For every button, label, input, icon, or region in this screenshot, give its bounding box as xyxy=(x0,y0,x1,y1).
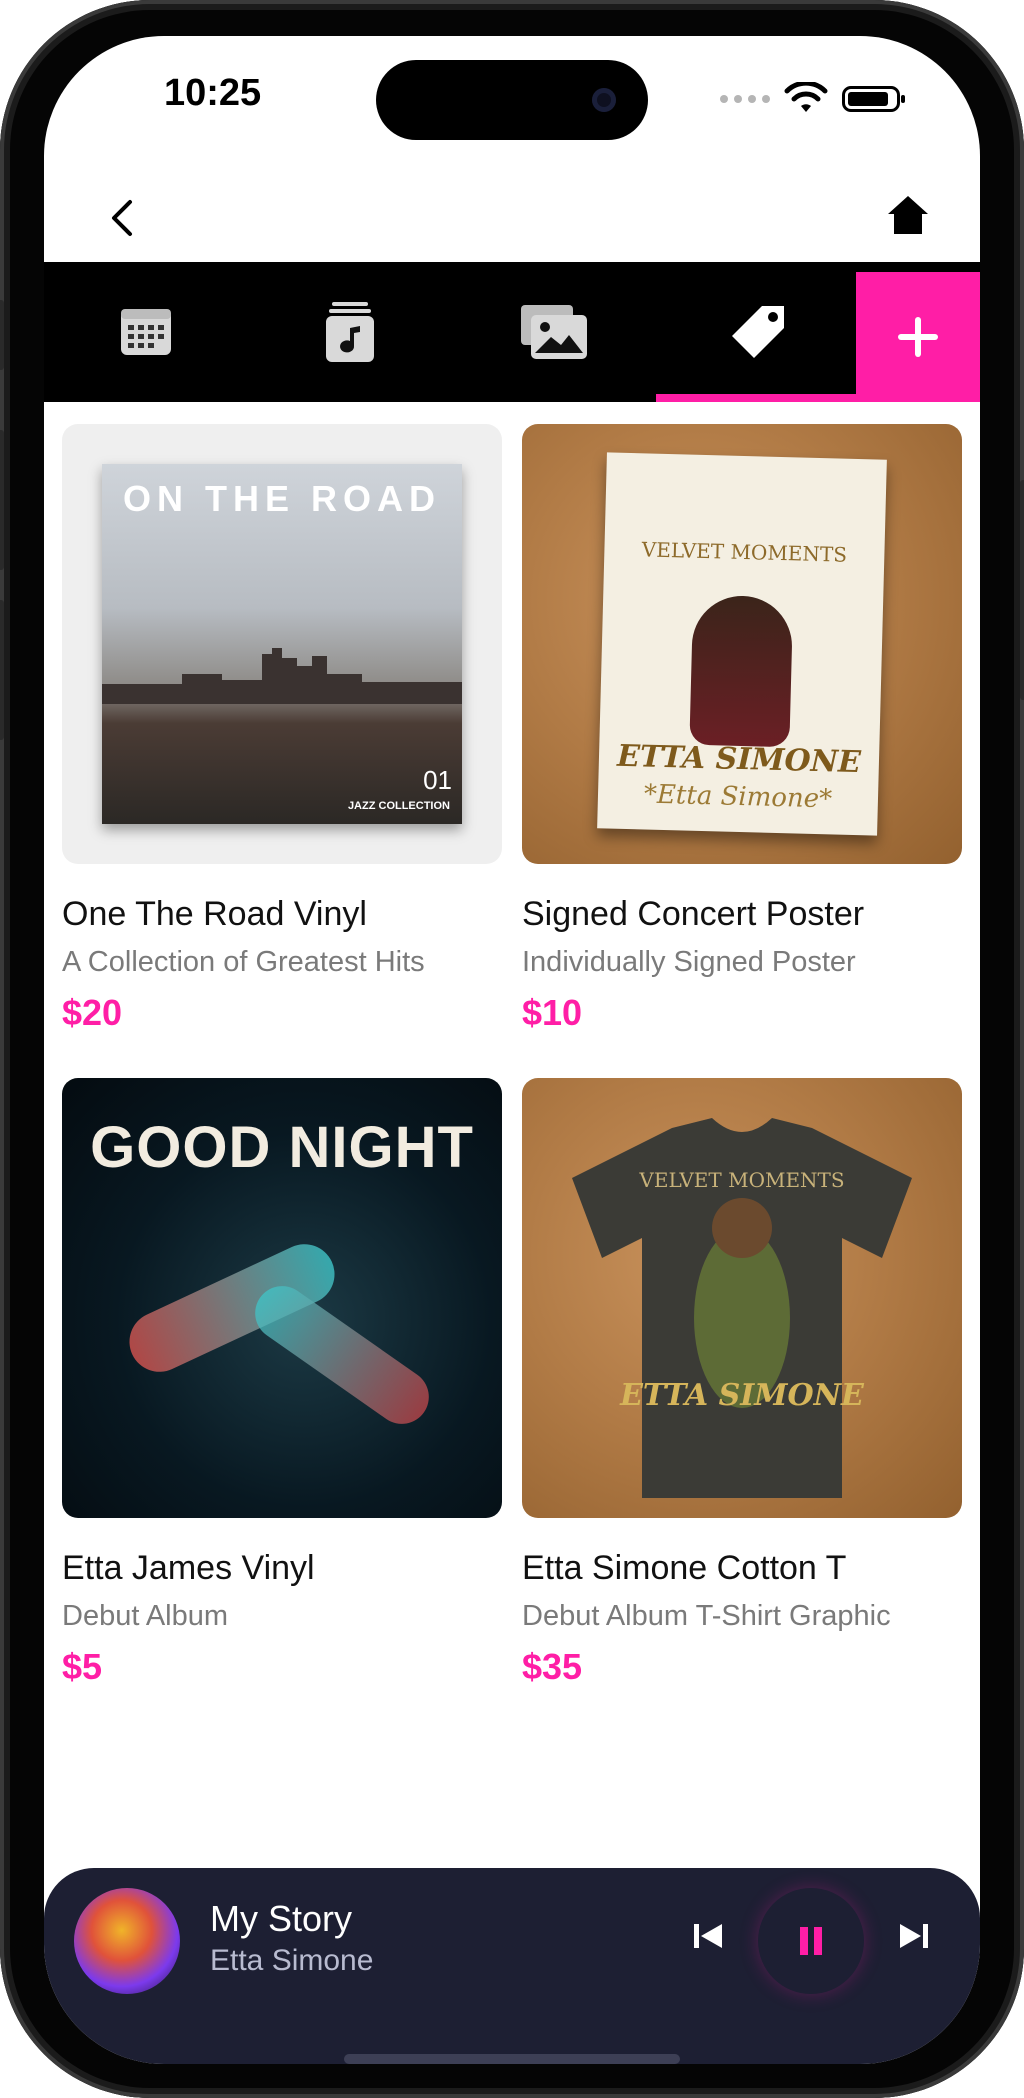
product-subtitle: Individually Signed Poster xyxy=(522,946,856,978)
singer-figure xyxy=(689,594,794,748)
art-headline: ON THE ROAD xyxy=(123,478,441,519)
mute-switch xyxy=(0,300,4,370)
status-time: 10:25 xyxy=(164,72,262,114)
now-playing-artist: Etta Simone xyxy=(210,1944,374,1977)
product-image: VELVET MOMENTS ETTA SIMONE *Etta Simone* xyxy=(522,424,962,864)
art-headline: GOOD NIGHT xyxy=(90,1115,474,1180)
volume-up-button xyxy=(0,430,4,570)
art-number: 01 xyxy=(423,765,452,795)
art-signature: *Etta Simone* xyxy=(643,779,833,815)
product-card[interactable]: VELVET MOMENTS ETTA SIMONE *Etta Simone*… xyxy=(522,424,962,1034)
calendar-icon xyxy=(121,309,171,355)
wifi-icon xyxy=(784,82,828,112)
home-indicator xyxy=(344,2054,680,2064)
vinyl-sleeve-art: ON THE ROAD 01 JAZZ COLLECTION xyxy=(102,464,462,824)
next-button[interactable] xyxy=(886,1908,942,1964)
status-indicators xyxy=(720,82,905,116)
art-headline: VELVET MOMENTS xyxy=(639,1168,845,1192)
now-playing-title: My Story xyxy=(210,1898,353,1939)
art-name: ETTA SIMONE xyxy=(616,738,862,781)
chevron-left-icon xyxy=(112,200,132,236)
product-price: $10 xyxy=(522,992,583,1033)
tab-store[interactable] xyxy=(656,262,860,402)
tab-gallery[interactable] xyxy=(452,262,656,402)
product-subtitle: Debut Album T-Shirt Graphic xyxy=(522,1600,891,1632)
dynamic-island xyxy=(376,60,648,140)
product-subtitle: Debut Album xyxy=(62,1600,229,1632)
art-name: ETTA SIMONE xyxy=(620,1378,864,1413)
art-caption: JAZZ COLLECTION xyxy=(347,800,450,812)
product-price: $35 xyxy=(522,1646,583,1687)
section-tab-bar xyxy=(44,262,980,402)
product-image: ON THE ROAD 01 JAZZ COLLECTION xyxy=(62,424,502,864)
top-nav xyxy=(44,176,980,266)
phone-frame: 10:25 ON THE ROAD 01 JAZZ COLLECTION One… xyxy=(0,0,1024,2098)
skip-back-icon xyxy=(694,1924,722,1948)
art-shape xyxy=(244,1275,440,1435)
volume-down-button xyxy=(0,600,4,740)
product-card[interactable]: ON THE ROAD 01 JAZZ COLLECTION One The R… xyxy=(62,424,502,1034)
add-button[interactable] xyxy=(856,272,980,402)
pause-icon xyxy=(800,1927,822,1955)
plus-icon xyxy=(898,317,938,357)
product-price: $5 xyxy=(62,1646,103,1687)
battery-icon xyxy=(842,86,905,112)
back-button[interactable] xyxy=(94,190,150,246)
home-button[interactable] xyxy=(880,188,936,244)
mini-player[interactable]: My Story Etta Simone xyxy=(44,1868,980,2064)
product-price: $20 xyxy=(62,992,123,1033)
art-headline: VELVET MOMENTS xyxy=(641,537,848,567)
product-title: One The Road Vinyl xyxy=(62,895,367,933)
poster-art: VELVET MOMENTS ETTA SIMONE *Etta Simone* xyxy=(597,452,887,836)
skyline-graphic xyxy=(102,648,462,704)
home-icon xyxy=(888,196,928,234)
product-image: VELVET MOMENTS ETTA SIMONE xyxy=(522,1078,962,1518)
music-note-icon xyxy=(326,302,374,362)
product-card[interactable]: GOOD NIGHT Etta James Vinyl Debut Album … xyxy=(62,1078,502,1688)
previous-button[interactable] xyxy=(680,1908,736,1964)
product-card[interactable]: VELVET MOMENTS ETTA SIMONE Etta Simone C… xyxy=(522,1078,962,1688)
product-title: Signed Concert Poster xyxy=(522,895,865,933)
tab-events[interactable] xyxy=(44,262,248,402)
photos-icon xyxy=(521,305,587,359)
album-art xyxy=(74,1888,180,1994)
pause-button[interactable] xyxy=(758,1888,864,1994)
product-title: Etta Simone Cotton T xyxy=(522,1549,847,1587)
product-subtitle: A Collection of Greatest Hits xyxy=(62,946,425,978)
signal-icon xyxy=(720,95,770,103)
product-image: GOOD NIGHT xyxy=(62,1078,502,1518)
tag-icon xyxy=(732,306,784,358)
skip-forward-icon xyxy=(900,1924,928,1948)
tab-music[interactable] xyxy=(248,262,452,402)
power-button xyxy=(1020,480,1024,700)
screen: 10:25 ON THE ROAD 01 JAZZ COLLECTION One… xyxy=(44,36,980,2064)
product-title: Etta James Vinyl xyxy=(62,1549,315,1587)
camera-icon xyxy=(592,88,616,112)
